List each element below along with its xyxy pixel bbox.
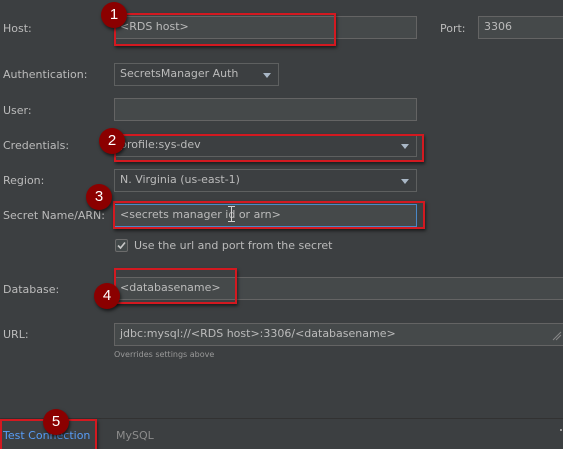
user-label: User: [3, 104, 32, 117]
url-label: URL: [3, 328, 29, 341]
region-dropdown[interactable]: N. Virginia (us-east-1) [114, 169, 417, 192]
url-hint: Overrides settings above [114, 350, 215, 359]
use-url-checkbox[interactable] [115, 239, 128, 252]
expand-icon[interactable] [552, 331, 562, 341]
tab-mysql[interactable]: MySQL [116, 429, 154, 442]
annotation-badge-2: 2 [99, 128, 125, 154]
authentication-dropdown[interactable]: SecretsManager Auth [114, 63, 279, 86]
annotation-badge-3: 3 [86, 184, 112, 210]
user-input[interactable] [114, 98, 417, 121]
annotation-badge-4: 4 [94, 283, 120, 309]
region-value: N. Virginia (us-east-1) [120, 173, 240, 186]
host-label: Host: [3, 22, 32, 35]
more-icon[interactable] [560, 429, 562, 431]
database-label: Database: [3, 283, 60, 296]
authentication-value: SecretsManager Auth [120, 67, 239, 80]
port-input[interactable]: 3306 [478, 16, 563, 39]
annotation-box-4 [114, 268, 237, 304]
annotation-badge-1: 1 [101, 2, 127, 28]
checkmark-icon [117, 241, 126, 250]
annotation-box-3 [113, 201, 425, 229]
authentication-label: Authentication: [3, 68, 88, 81]
annotation-box-2 [114, 134, 424, 162]
url-input[interactable]: jdbc:mysql://<RDS host>:3306/<databasena… [114, 323, 563, 346]
chevron-down-icon [263, 73, 271, 78]
secret-name-label: Secret Name/ARN: [3, 209, 105, 222]
use-url-label: Use the url and port from the secret [134, 239, 333, 252]
annotation-badge-5: 5 [43, 409, 69, 435]
chevron-down-icon [401, 179, 409, 184]
region-label: Region: [3, 174, 45, 187]
credentials-label: Credentials: [3, 139, 70, 152]
port-label: Port: [440, 22, 466, 35]
annotation-box-1 [114, 13, 336, 46]
